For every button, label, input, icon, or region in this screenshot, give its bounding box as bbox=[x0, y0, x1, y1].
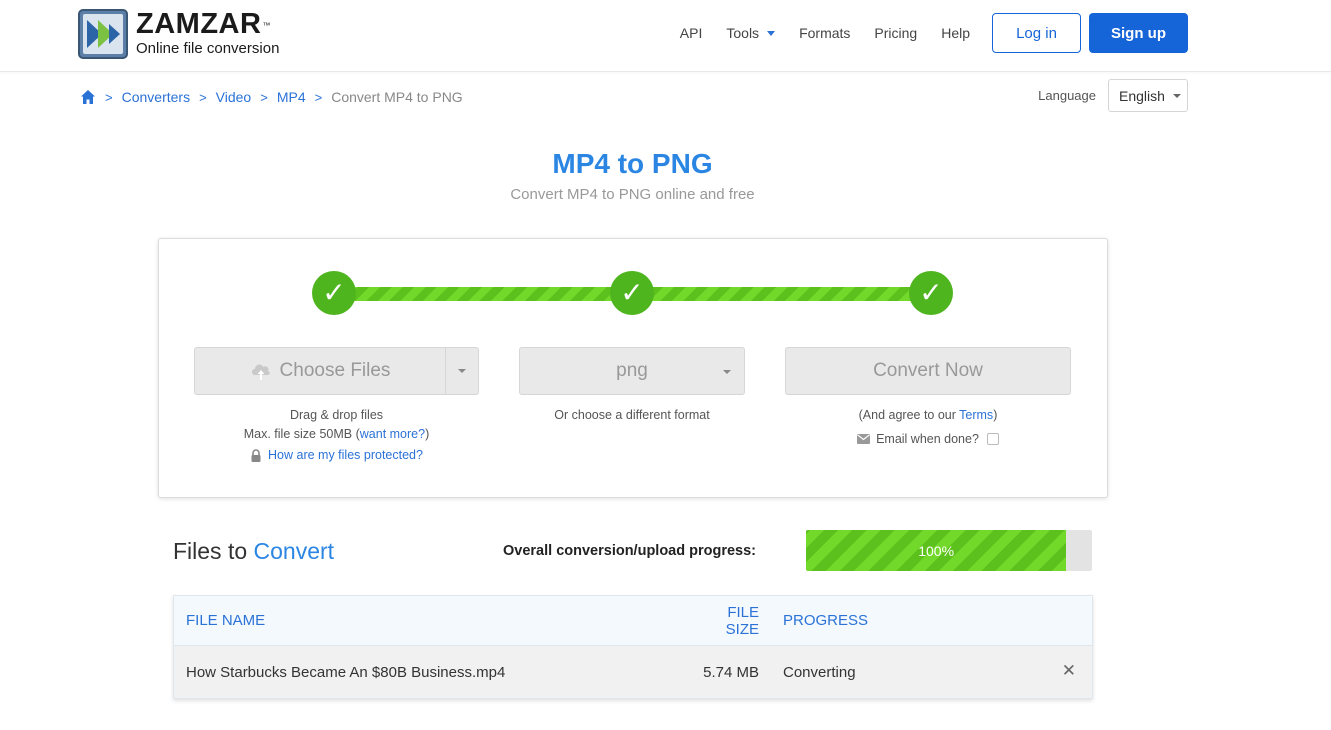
format-value: png bbox=[616, 360, 648, 381]
column-progress: PROGRESS bbox=[783, 612, 869, 629]
terms-link[interactable]: Terms bbox=[959, 408, 993, 422]
caret-down-icon bbox=[458, 369, 466, 373]
caret-down-icon bbox=[723, 370, 731, 374]
files-to-convert-heading: Files to Convert bbox=[173, 538, 334, 565]
format-select[interactable]: png bbox=[519, 347, 745, 395]
language-label: Language bbox=[1038, 88, 1096, 103]
files-table: FILE NAME FILE SIZE PROGRESS How Starbuc… bbox=[173, 595, 1093, 699]
max-file-size-text: Max. file size 50MB (want more?) bbox=[194, 425, 479, 444]
nav-help[interactable]: Help bbox=[941, 25, 970, 41]
choose-files-section: Choose Files Drag & drop files Max. file… bbox=[194, 347, 479, 462]
nav-pricing[interactable]: Pricing bbox=[874, 25, 917, 41]
file-status-cell: Converting bbox=[783, 663, 856, 681]
language-value: English bbox=[1119, 87, 1165, 104]
nav-tools[interactable]: Tools bbox=[726, 25, 776, 41]
convert-now-button[interactable]: Convert Now bbox=[785, 347, 1071, 395]
site-header: ZAMZAR ™ Online file conversion API Tools… bbox=[0, 0, 1331, 72]
home-icon[interactable] bbox=[80, 89, 96, 105]
email-when-done-label: Email when done? bbox=[876, 432, 979, 446]
overall-progress-fill: 100% bbox=[806, 530, 1067, 571]
breadcrumb-video[interactable]: Video bbox=[216, 89, 252, 105]
terms-agreement: (And agree to our Terms) bbox=[785, 406, 1071, 425]
files-table-header: FILE NAME FILE SIZE PROGRESS bbox=[174, 596, 1092, 646]
caret-down-icon bbox=[767, 31, 776, 36]
convert-section: Convert Now (And agree to our Terms) Ema… bbox=[785, 347, 1071, 446]
breadcrumb-separator: > bbox=[314, 89, 323, 105]
email-when-done-checkbox[interactable] bbox=[986, 433, 999, 445]
terms-prefix: (And agree to our bbox=[858, 408, 960, 422]
page-subtitle: Convert MP4 to PNG online and free bbox=[510, 186, 755, 203]
main-nav: API Tools Formats Pricing Help Log in Si… bbox=[656, 13, 1188, 53]
step-1-check-icon: ✓ bbox=[312, 271, 356, 315]
nav-api[interactable]: API bbox=[680, 25, 703, 41]
brand-name: ZAMZAR ™ bbox=[136, 8, 271, 40]
overall-progress-bar: 100% bbox=[806, 530, 1092, 571]
breadcrumb-mp4[interactable]: MP4 bbox=[277, 89, 306, 105]
zamzar-logo-icon bbox=[78, 9, 128, 59]
table-row: How Starbucks Became An $80B Business.mp… bbox=[174, 646, 1092, 698]
terms-suffix: ) bbox=[993, 408, 998, 422]
format-hint: Or choose a different format bbox=[554, 408, 710, 422]
breadcrumb-separator: > bbox=[105, 89, 113, 105]
files-title-part1: Files to bbox=[173, 538, 248, 564]
caret-down-icon bbox=[1172, 93, 1181, 98]
max-size-suffix: ) bbox=[425, 427, 430, 441]
breadcrumb-separator: > bbox=[199, 89, 207, 105]
nav-tools-label: Tools bbox=[726, 25, 760, 41]
choose-files-button-group: Choose Files bbox=[194, 347, 479, 395]
files-protected-link[interactable]: How are my files protected? bbox=[268, 448, 423, 462]
files-protected-row: How are my files protected? bbox=[194, 448, 479, 462]
breadcrumb-separator: > bbox=[260, 89, 268, 105]
step-2-check-icon: ✓ bbox=[610, 271, 654, 315]
column-file-size: FILE SIZE bbox=[725, 603, 759, 638]
lock-icon bbox=[251, 448, 261, 462]
language-dropdown[interactable]: English bbox=[1108, 79, 1188, 112]
file-size-cell: 5.74 MB bbox=[703, 663, 759, 681]
converter-panel: ✓ ✓ ✓ Choose Files Drag & drop files Max… bbox=[158, 238, 1108, 498]
remove-file-icon[interactable]: ✕ bbox=[1062, 661, 1076, 681]
max-size-prefix: Max. file size 50MB ( bbox=[243, 427, 360, 441]
overall-progress-label: Overall conversion/upload progress: bbox=[503, 543, 757, 559]
step-3-check-icon: ✓ bbox=[909, 271, 953, 315]
page-title: MP4 to PNG bbox=[552, 148, 713, 179]
want-more-link[interactable]: want more? bbox=[360, 427, 425, 441]
breadcrumb-current: Convert MP4 to PNG bbox=[331, 89, 463, 105]
email-when-done-row: Email when done? bbox=[785, 432, 1071, 446]
cloud-upload-icon bbox=[251, 364, 270, 380]
drag-drop-hint: Drag & drop files bbox=[289, 408, 384, 422]
choose-files-button[interactable]: Choose Files bbox=[195, 348, 446, 394]
files-title-part2: Convert bbox=[253, 538, 335, 564]
zamzar-logo[interactable]: ZAMZAR ™ Online file conversion bbox=[78, 9, 279, 59]
format-section: png Or choose a different format bbox=[519, 347, 745, 425]
choose-files-dropdown[interactable] bbox=[446, 348, 478, 394]
login-button[interactable]: Log in bbox=[992, 13, 1081, 53]
column-file-name: FILE NAME bbox=[186, 612, 266, 629]
signup-button[interactable]: Sign up bbox=[1089, 13, 1188, 53]
breadcrumb-converters[interactable]: Converters bbox=[122, 89, 190, 105]
brand-tagline: Online file conversion bbox=[136, 40, 280, 57]
envelope-icon bbox=[857, 434, 871, 444]
choose-files-label: Choose Files bbox=[279, 360, 391, 381]
language-selector: Language English bbox=[1038, 79, 1188, 112]
nav-formats[interactable]: Formats bbox=[799, 25, 850, 41]
breadcrumb: > Converters > Video > MP4 > Convert MP4… bbox=[80, 89, 463, 105]
